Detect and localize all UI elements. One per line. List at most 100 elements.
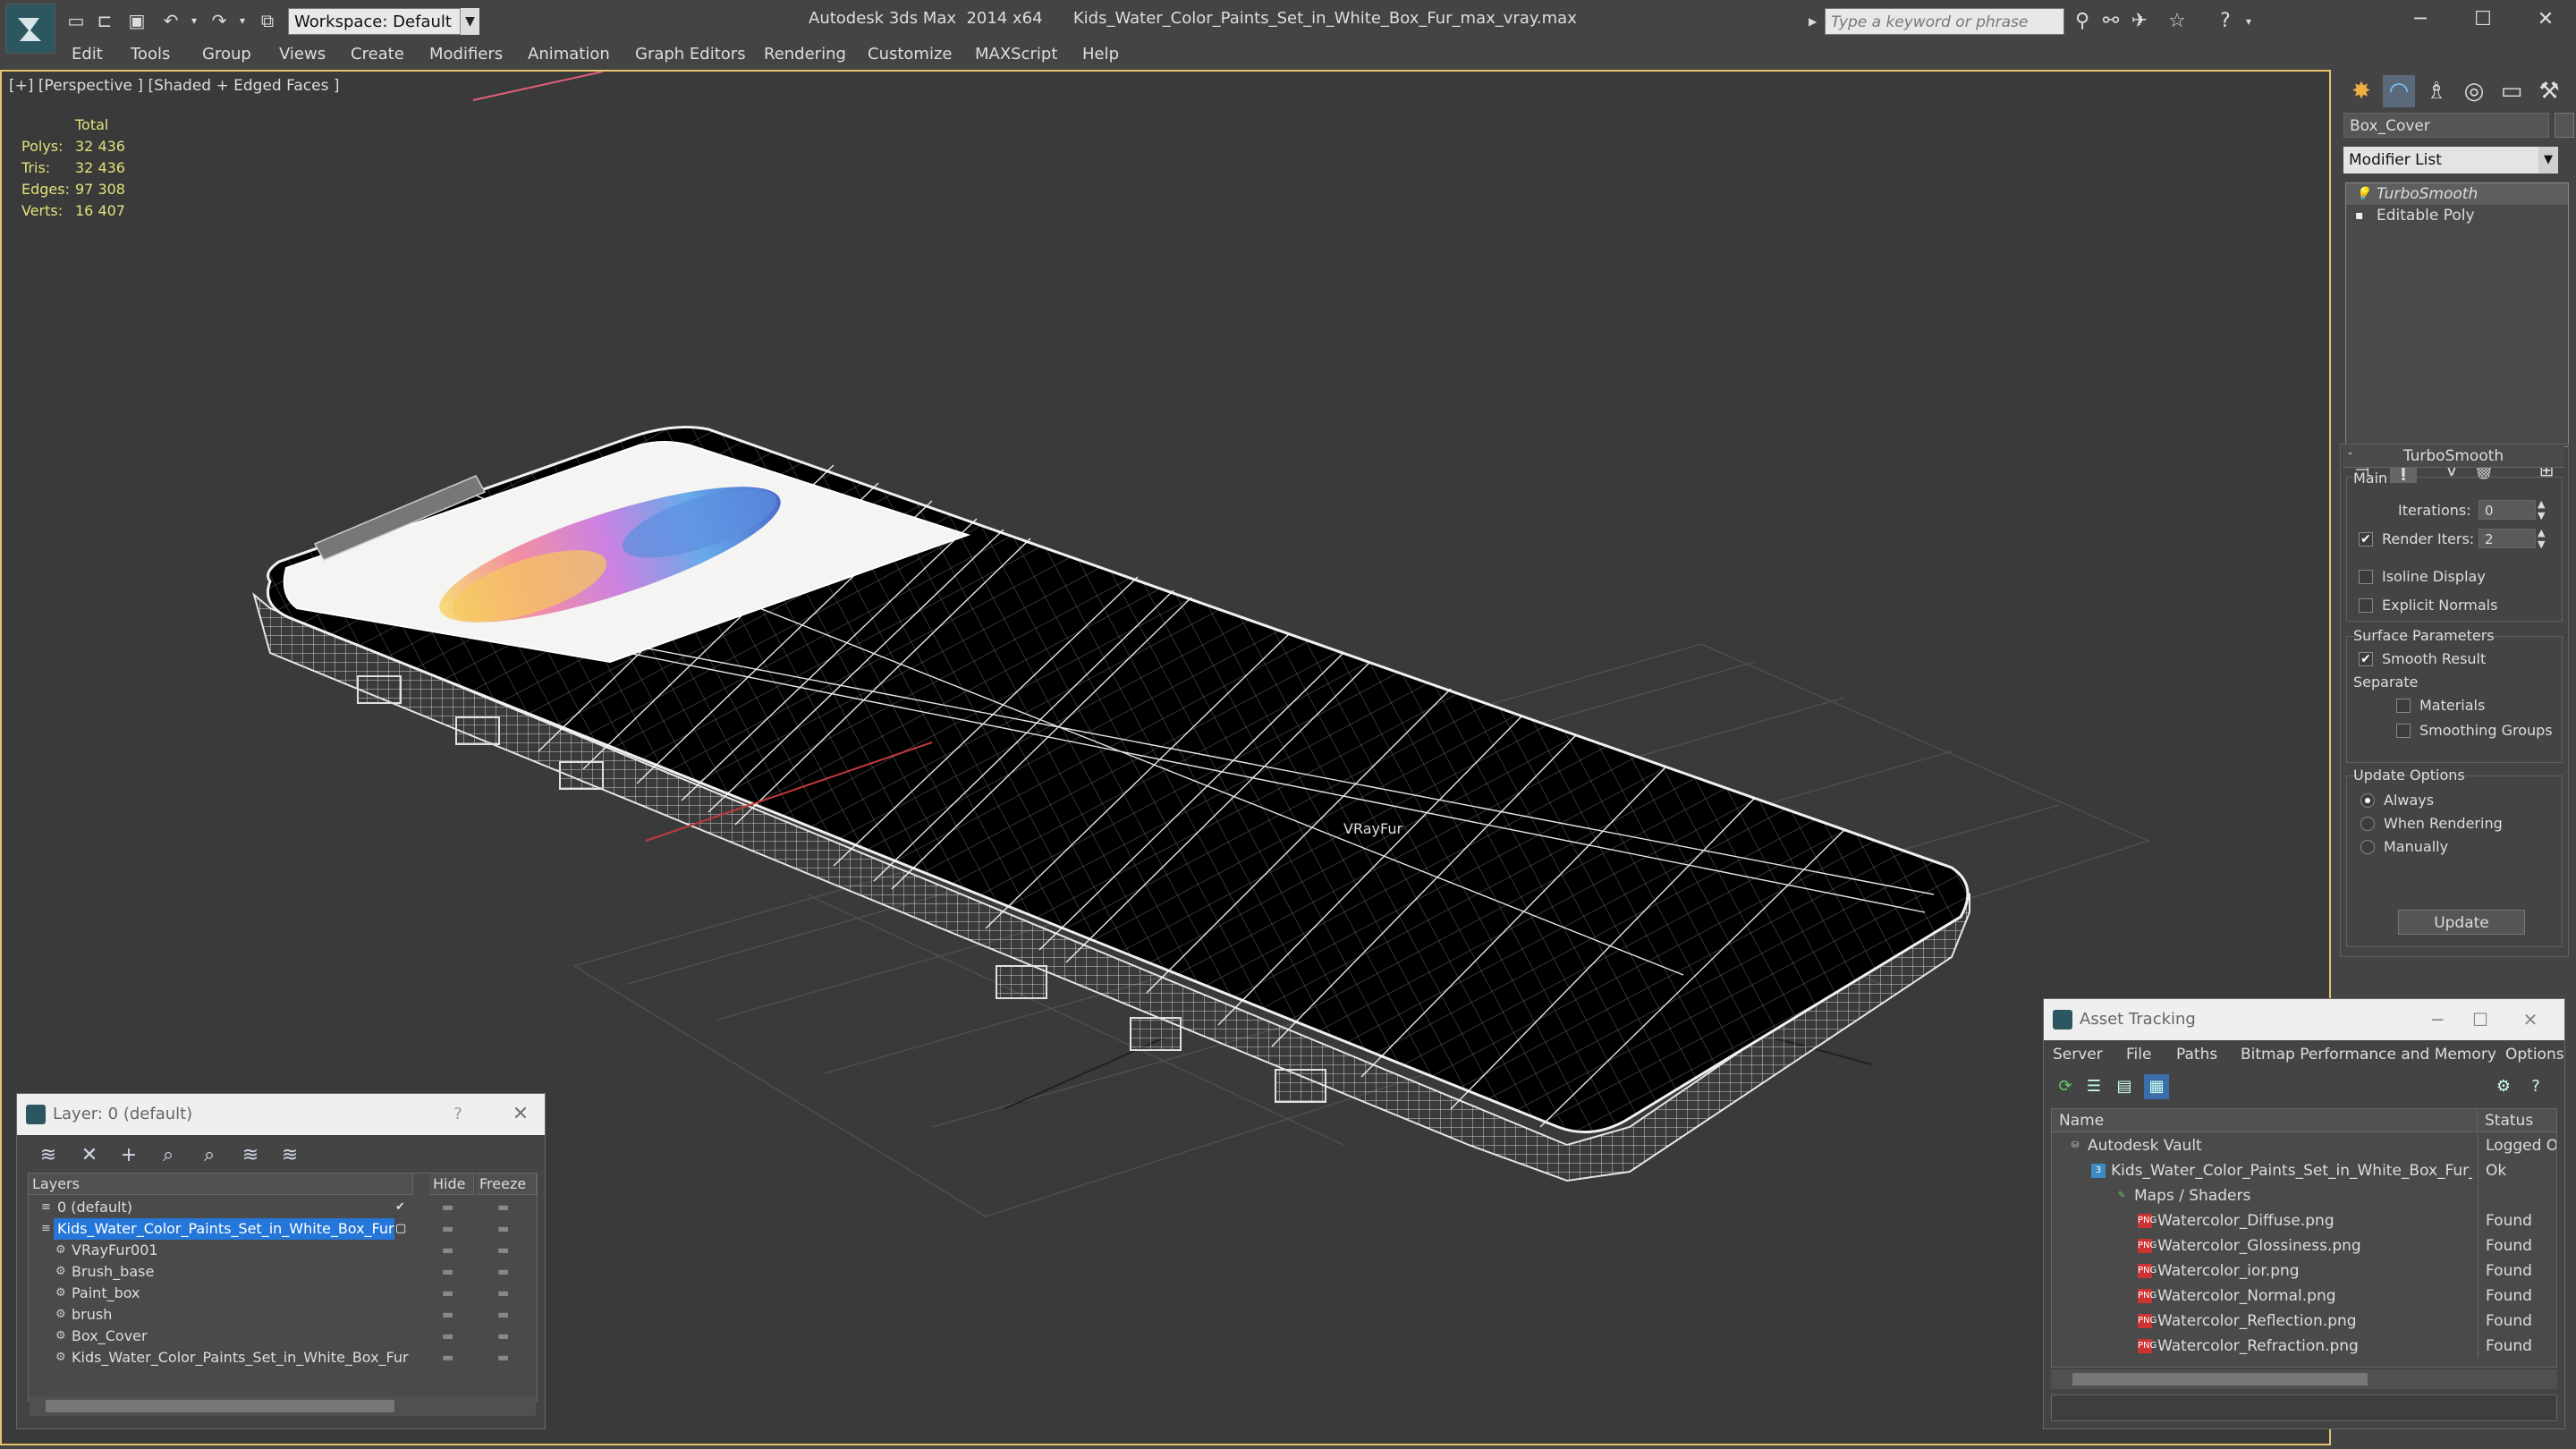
when-rendering-radio[interactable] bbox=[2360, 817, 2375, 831]
menu-file[interactable]: File bbox=[2126, 1046, 2151, 1063]
hide-toggle[interactable]: ▬ bbox=[442, 1240, 460, 1261]
column-hide[interactable]: Hide bbox=[429, 1174, 474, 1195]
subscription-icon[interactable]: ⚯ bbox=[2098, 9, 2123, 34]
asset-row[interactable]: 3 Kids_Water_Color_Paints_Set_in_White_Bo… bbox=[2052, 1159, 2556, 1182]
add-to-layer-icon[interactable]: + bbox=[115, 1142, 142, 1169]
minimize-icon[interactable]: ─ bbox=[2394, 4, 2447, 36]
layer-row[interactable]: ⚙ Brush_base ▬ ▬ bbox=[29, 1261, 537, 1283]
layer-name[interactable]: Paint_box bbox=[68, 1283, 140, 1304]
help-dropdown-icon[interactable]: ▾ bbox=[2236, 9, 2261, 34]
layer-name[interactable]: Kids_Water_Color_Paints_Set_in_White_Box… bbox=[54, 1218, 394, 1240]
hide-toggle[interactable]: ▬ bbox=[442, 1261, 460, 1283]
vault-help-icon[interactable]: ⚙ bbox=[2491, 1074, 2516, 1099]
layer-name[interactable]: VRayFur001 bbox=[68, 1240, 158, 1261]
hide-toggle[interactable]: ▬ bbox=[442, 1304, 460, 1326]
new-file-icon[interactable]: ▭ bbox=[64, 9, 88, 32]
chevron-down-icon[interactable]: ▼ bbox=[2538, 147, 2558, 174]
smooth-result-checkbox[interactable]: ✔ bbox=[2359, 652, 2373, 666]
layer-name[interactable]: Box_Cover bbox=[68, 1326, 148, 1347]
delete-layer-icon[interactable]: ✕ bbox=[76, 1142, 103, 1169]
menu-modifiers[interactable]: Modifiers bbox=[429, 45, 503, 64]
asset-row[interactable]: PNG Watercolor_Refraction.png Found bbox=[2052, 1335, 2556, 1358]
freeze-toggle[interactable]: ▬ bbox=[497, 1283, 515, 1304]
horizontal-scrollbar[interactable] bbox=[30, 1396, 536, 1416]
close-icon[interactable]: ✕ bbox=[2512, 1006, 2548, 1033]
menu-bitmap-performance[interactable]: Bitmap Performance and Memory bbox=[2241, 1046, 2496, 1063]
select-objects-icon[interactable]: ⌕ bbox=[155, 1142, 182, 1169]
viewport-label[interactable]: [+] [Perspective ] [Shaded + Edged Faces… bbox=[9, 77, 339, 95]
column-status[interactable]: Status bbox=[2478, 1109, 2556, 1132]
minimize-icon[interactable]: ─ bbox=[2419, 1006, 2455, 1033]
hide-all-icon[interactable]: ≋ bbox=[237, 1142, 264, 1169]
layer-row[interactable]: ⚙ brush ▬ ▬ bbox=[29, 1304, 537, 1326]
create-tab-icon[interactable]: ✸ bbox=[2345, 75, 2377, 107]
new-layer-icon[interactable]: ≋ bbox=[35, 1142, 62, 1169]
update-button[interactable]: Update bbox=[2398, 910, 2525, 935]
smoothing-groups-checkbox[interactable] bbox=[2396, 724, 2411, 738]
freeze-toggle[interactable]: ▬ bbox=[497, 1197, 515, 1218]
freeze-toggle[interactable]: ▬ bbox=[497, 1218, 515, 1240]
freeze-toggle[interactable]: ▬ bbox=[497, 1326, 515, 1347]
workspace-select[interactable]: Workspace: Default bbox=[288, 8, 479, 35]
freeze-toggle[interactable]: ▬ bbox=[497, 1261, 515, 1283]
menu-group[interactable]: Group bbox=[202, 45, 251, 64]
stack-item-turbosmooth[interactable]: 💡 TurboSmooth bbox=[2346, 183, 2568, 205]
layer-row[interactable]: ⚙ Kids_Water_Color_Paints_Set_in_White_Bo… bbox=[29, 1347, 537, 1368]
menu-help[interactable]: Help bbox=[1082, 45, 1119, 64]
stack-item-editable-poly[interactable]: ▪ Editable Poly bbox=[2346, 205, 2568, 226]
iterations-spinner[interactable]: 0 bbox=[2479, 500, 2536, 520]
list-view-icon[interactable]: ☰ bbox=[2081, 1074, 2106, 1099]
object-color-swatch[interactable] bbox=[2555, 113, 2574, 138]
close-icon[interactable]: ✕ bbox=[507, 1101, 534, 1128]
motion-tab-icon[interactable]: ◎ bbox=[2458, 75, 2490, 107]
freeze-toggle[interactable]: ▬ bbox=[497, 1240, 515, 1261]
menu-graph-editors[interactable]: Graph Editors bbox=[635, 45, 746, 64]
search-input[interactable]: Type a keyword or phrase bbox=[1825, 8, 2064, 35]
hierarchy-tab-icon[interactable]: ♗ bbox=[2420, 75, 2453, 107]
layer-row[interactable]: ⚙ Box_Cover ▬ ▬ bbox=[29, 1326, 537, 1347]
communication-icon[interactable]: ✈ bbox=[2127, 9, 2152, 34]
spinner-arrows-icon[interactable]: ▲ ▼ bbox=[2538, 498, 2545, 521]
expand-plus-icon[interactable]: ▪ bbox=[2355, 205, 2364, 226]
hide-toggle[interactable]: ▬ bbox=[442, 1326, 460, 1347]
close-icon[interactable]: ✕ bbox=[2519, 4, 2572, 36]
chevron-down-icon[interactable]: ▼ bbox=[460, 8, 479, 35]
asset-row[interactable]: PNG Watercolor_Glossiness.png Found bbox=[2052, 1234, 2556, 1258]
redo-dropdown-icon[interactable]: ▾ bbox=[231, 9, 254, 32]
rollout-title[interactable]: TurboSmooth bbox=[2343, 445, 2564, 468]
binoculars-icon[interactable]: ⚲ bbox=[2070, 9, 2095, 34]
display-tab-icon[interactable]: ▭ bbox=[2496, 75, 2528, 107]
layer-name[interactable]: brush bbox=[68, 1304, 112, 1326]
app-menu-button[interactable] bbox=[5, 4, 55, 54]
menu-options[interactable]: Options bbox=[2505, 1046, 2564, 1063]
current-layer-marker[interactable]: ✔ bbox=[395, 1197, 405, 1218]
menu-server[interactable]: Server bbox=[2053, 1046, 2103, 1063]
utilities-tab-icon[interactable]: ⚒ bbox=[2533, 75, 2565, 107]
object-name-field[interactable]: Box_Cover bbox=[2343, 113, 2549, 138]
undo-icon[interactable]: ↶ bbox=[159, 9, 182, 32]
freeze-toggle[interactable]: ▬ bbox=[497, 1304, 515, 1326]
hide-toggle[interactable]: ▬ bbox=[442, 1197, 460, 1218]
isoline-display-checkbox[interactable] bbox=[2359, 570, 2373, 584]
help-icon[interactable]: ? bbox=[2213, 9, 2238, 34]
scrollbar-thumb[interactable] bbox=[46, 1400, 394, 1412]
modify-tab-icon[interactable]: ◠ bbox=[2383, 75, 2415, 107]
search-expand-icon[interactable]: ▶ bbox=[1809, 8, 1823, 35]
asset-row[interactable]: PNG Watercolor_ior.png Found bbox=[2052, 1259, 2556, 1283]
maximize-icon[interactable]: ☐ bbox=[2456, 4, 2510, 36]
spinner-arrows-icon[interactable]: ▲ ▼ bbox=[2538, 527, 2545, 550]
menu-customize[interactable]: Customize bbox=[868, 45, 952, 64]
render-iters-checkbox[interactable]: ✔ bbox=[2359, 532, 2373, 547]
help-icon[interactable]: ? bbox=[445, 1101, 471, 1128]
help-icon[interactable]: ? bbox=[2523, 1074, 2548, 1099]
manually-radio[interactable] bbox=[2360, 840, 2375, 854]
asset-row[interactable]: PNG Watercolor_Diffuse.png Found bbox=[2052, 1209, 2556, 1233]
layer-row[interactable]: ⚙ Paint_box ▬ ▬ bbox=[29, 1283, 537, 1304]
always-radio[interactable] bbox=[2360, 793, 2375, 808]
maximize-icon[interactable]: ☐ bbox=[2462, 1006, 2498, 1033]
hide-toggle[interactable]: ▬ bbox=[442, 1218, 460, 1240]
redo-icon[interactable]: ↷ bbox=[208, 9, 231, 32]
favorites-star-icon[interactable]: ☆ bbox=[2165, 9, 2190, 34]
asset-row[interactable]: PNG Watercolor_Reflection.png Found bbox=[2052, 1309, 2556, 1333]
column-layers[interactable]: Layers bbox=[29, 1174, 413, 1195]
